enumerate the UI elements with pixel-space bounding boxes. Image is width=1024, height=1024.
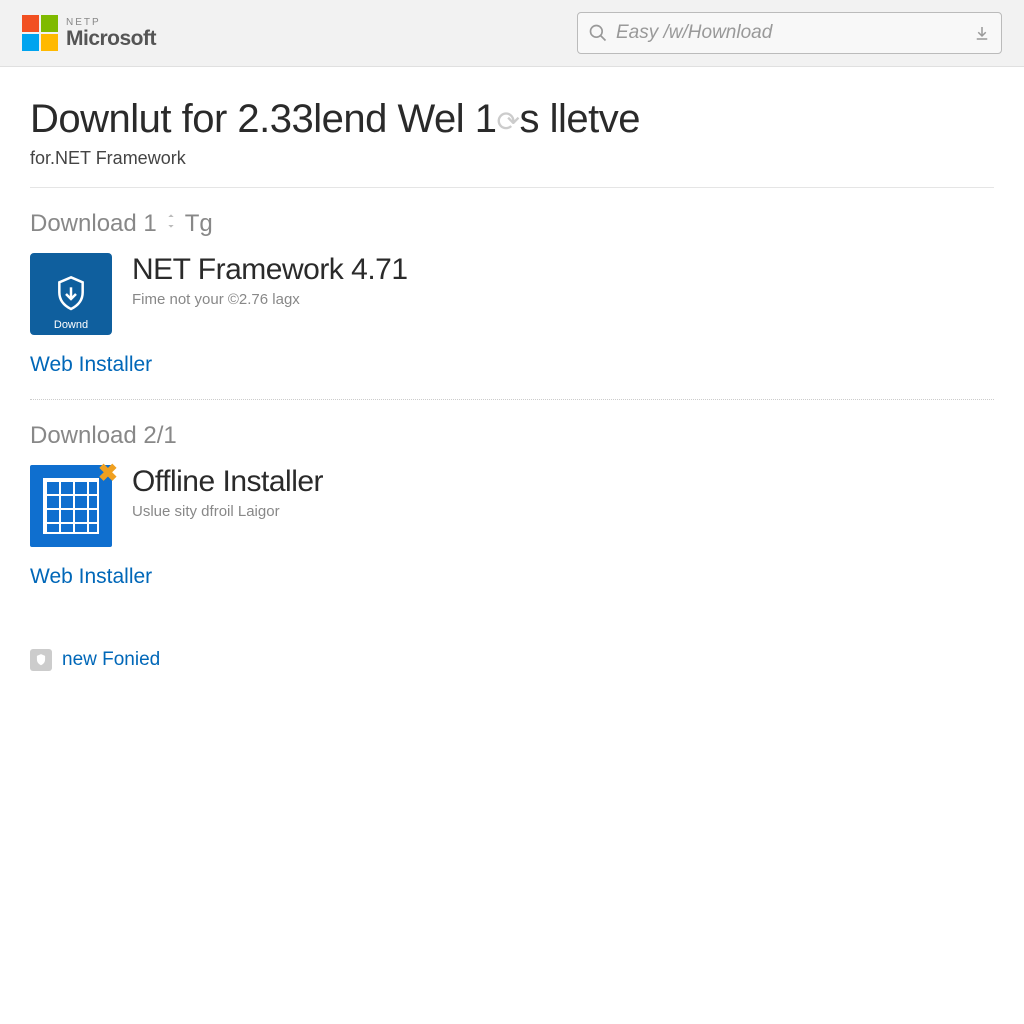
tile-label: Downd (30, 319, 112, 331)
download-title-1: NET Framework 4.71 (132, 253, 408, 287)
web-installer-link-2[interactable]: Web Installer (30, 565, 152, 589)
web-installer-link-1[interactable]: Web Installer (30, 353, 152, 377)
download-section-2: Download 2/1 ✖ Offline Installer Uslue s… (30, 399, 994, 589)
microsoft-logo-icon (22, 15, 58, 51)
page-title: Downlut for 2.33lend Wel 1⟳s lletve (30, 97, 994, 142)
section-1-label: Download 1 Tg (30, 210, 994, 238)
cursor-icon (163, 210, 179, 238)
shield-mini-icon (30, 649, 52, 671)
page-header: NETP Microsoft (0, 0, 1024, 67)
download-title-2: Offline Installer (132, 465, 323, 499)
download-info-1: NET Framework 4.71 Fime not your ©2.76 l… (132, 253, 408, 308)
page-subtitle: for.NET Framework (30, 148, 994, 188)
search-icon (588, 23, 608, 43)
main-content: Downlut for 2.33lend Wel 1⟳s lletve for.… (0, 67, 1024, 671)
logo-brand: Microsoft (66, 28, 156, 49)
download-tile-button[interactable]: Downd (30, 253, 112, 335)
download-row-2: ✖ Offline Installer Uslue sity dfroil La… (30, 465, 994, 547)
shield-download-icon (51, 272, 91, 316)
logo-text: NETP Microsoft (66, 18, 156, 49)
download-desc-1: Fime not your ©2.76 lagx (132, 291, 408, 308)
footer-link-text: new Fonied (62, 649, 160, 671)
download-desc-2: Uslue sity dfroil Laigor (132, 503, 323, 520)
download-info-2: Offline Installer Uslue sity dfroil Laig… (132, 465, 323, 520)
logo-area[interactable]: NETP Microsoft (22, 15, 156, 51)
offline-tile-button[interactable]: ✖ (30, 465, 112, 547)
download-row-1: Downd NET Framework 4.71 Fime not your ©… (30, 253, 994, 335)
search-box[interactable] (577, 12, 1002, 54)
download-icon[interactable] (973, 24, 991, 42)
download-section-1: Download 1 Tg Downd NET Framework 4.71 F… (30, 210, 994, 377)
footer-link[interactable]: new Fonied (30, 649, 994, 671)
search-input[interactable] (608, 22, 973, 44)
close-x-icon: ✖ (98, 459, 118, 488)
grid-icon (43, 478, 99, 534)
logo-tagline: NETP (66, 18, 156, 28)
refresh-icon: ⟳ (497, 105, 520, 138)
section-2-label: Download 2/1 (30, 422, 994, 450)
